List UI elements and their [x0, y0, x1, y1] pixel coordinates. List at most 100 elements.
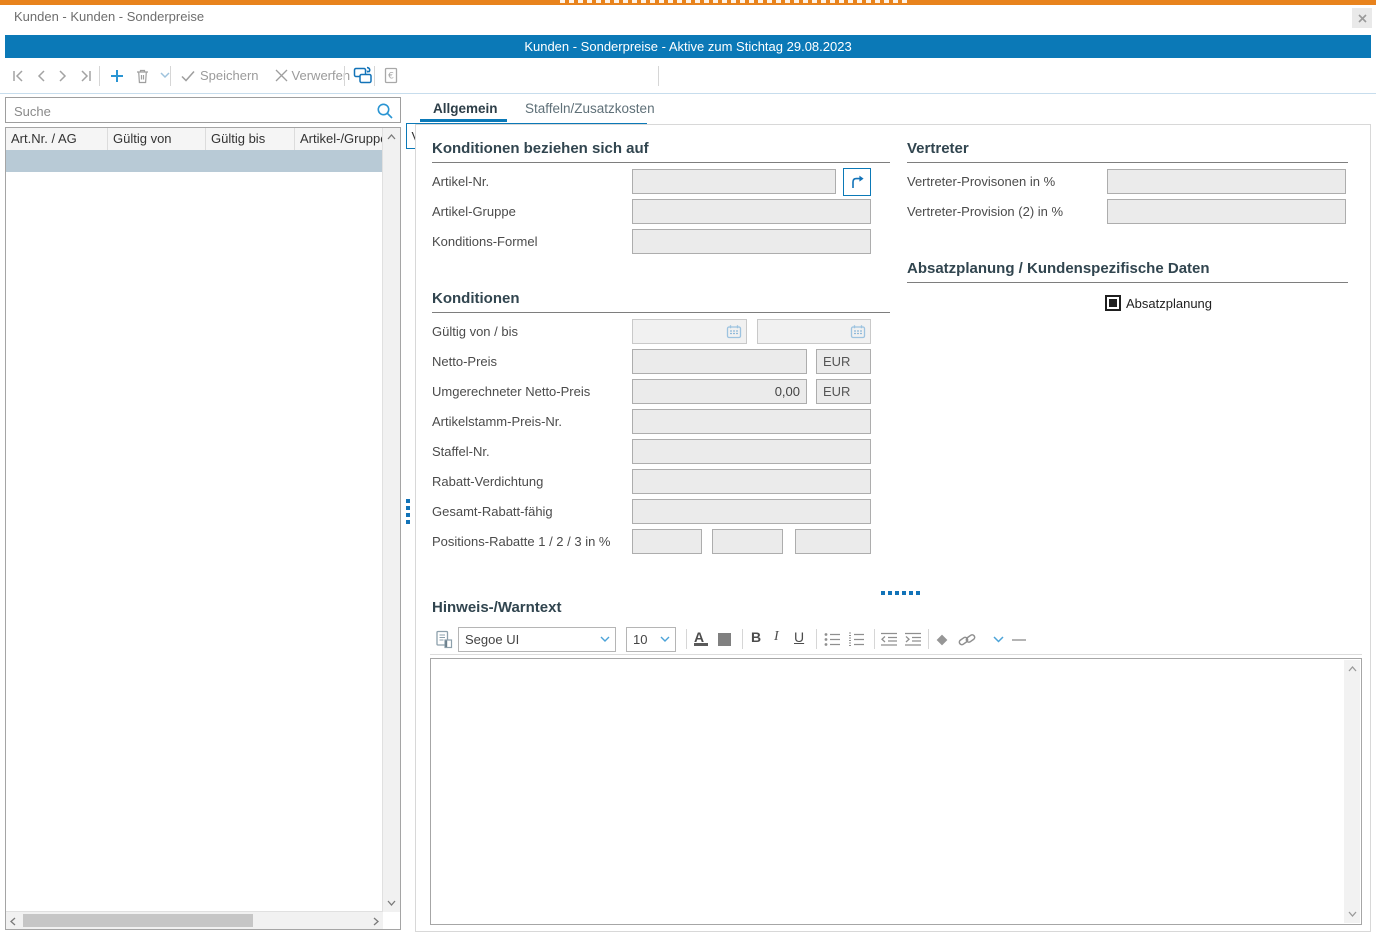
editor-vertical-scrollbar[interactable]: [1344, 660, 1360, 923]
artikel-nr-field[interactable]: [632, 169, 836, 194]
bold-button[interactable]: B: [751, 629, 761, 645]
trash-icon: [135, 68, 150, 84]
artikel-gruppe-label: Artikel-Gruppe: [432, 199, 516, 224]
toolbar-separator: [928, 629, 929, 649]
font-family-value: Segoe UI: [465, 632, 519, 647]
chevron-down-icon: [600, 636, 610, 643]
close-icon: [1358, 14, 1367, 23]
hinweis-warntext-editor[interactable]: [430, 658, 1362, 925]
numbered-list-button[interactable]: [848, 632, 865, 647]
toolbar-separator: [874, 629, 875, 649]
save-button[interactable]: Speichern: [176, 63, 264, 89]
collapse-toolbar-button[interactable]: [1012, 639, 1026, 641]
panel-splitter-handle[interactable]: [406, 499, 410, 527]
toolbar-separator: [170, 66, 171, 86]
delete-record-button[interactable]: [130, 63, 155, 89]
toolbar-separator: [816, 629, 817, 649]
toolbar: Speichern Verwerfen: [0, 59, 1376, 94]
provision1-label: Vertreter-Provisonen in %: [907, 169, 1055, 194]
font-family-select[interactable]: Segoe UI: [458, 627, 616, 652]
section-title-konditionen: Konditionen: [432, 290, 890, 313]
more-options-button[interactable]: [993, 636, 1004, 644]
tab-staffeln-zusatzkosten[interactable]: Staffeln/Zusatzkosten: [525, 101, 655, 116]
grid-vertical-scrollbar[interactable]: [382, 128, 400, 912]
scroll-down-icon[interactable]: [387, 900, 396, 906]
section-splitter-handle[interactable]: [881, 591, 923, 595]
positions-rabatt-3-field[interactable]: [795, 529, 871, 554]
toolbar-separator: [99, 66, 100, 86]
search-input[interactable]: [12, 99, 371, 123]
nav-previous-icon: [35, 69, 47, 83]
konditions-formel-field[interactable]: [632, 229, 871, 254]
section-title-konditionen-bezug: Konditionen beziehen sich auf: [432, 140, 890, 163]
save-label: Speichern: [200, 68, 259, 83]
scroll-right-icon[interactable]: [373, 917, 379, 926]
artikelstamm-preis-nr-field[interactable]: [632, 409, 871, 434]
scroll-up-icon[interactable]: [387, 134, 396, 140]
absatzplanung-checkbox[interactable]: [1105, 295, 1121, 311]
grid-horizontal-scrollbar[interactable]: [6, 911, 383, 929]
calendar-icon: [726, 324, 742, 339]
add-icon: [109, 68, 125, 84]
column-header-artnr[interactable]: Art.Nr. / AG: [6, 128, 108, 150]
font-size-value: 10: [633, 632, 647, 647]
scroll-up-icon[interactable]: [1348, 666, 1357, 672]
gesamt-rabatt-faehig-field[interactable]: [632, 499, 871, 524]
nav-next-button[interactable]: [52, 63, 74, 89]
umgerechneter-netto-preis-label: Umgerechneter Netto-Preis: [432, 379, 590, 404]
netto-preis-field[interactable]: [632, 349, 807, 374]
toolbar-separator: [658, 66, 659, 86]
nav-last-icon: [79, 69, 93, 83]
underline-button[interactable]: U: [794, 629, 804, 645]
gueltig-von-bis-label: Gültig von / bis: [432, 319, 518, 344]
provision2-field[interactable]: [1107, 199, 1346, 224]
provision1-field[interactable]: [1107, 169, 1346, 194]
hyperlink-button[interactable]: [958, 632, 976, 648]
delete-dropdown-button[interactable]: [155, 63, 175, 89]
artikel-jump-button[interactable]: [843, 168, 871, 196]
font-size-select[interactable]: 10: [626, 627, 676, 652]
provision2-label: Vertreter-Provision (2) in %: [907, 199, 1063, 224]
artikel-gruppe-field[interactable]: [632, 199, 871, 224]
symbol-button[interactable]: [935, 633, 949, 647]
nav-next-icon: [57, 69, 69, 83]
artikelstamm-preis-nr-label: Artikelstamm-Preis-Nr.: [432, 409, 562, 434]
text-module-icon[interactable]: [435, 630, 454, 649]
discard-button[interactable]: Verwerfen: [270, 63, 356, 89]
nav-previous-button[interactable]: [30, 63, 52, 89]
indent-button[interactable]: [904, 632, 922, 647]
price-document-button[interactable]: €: [378, 63, 404, 89]
positions-rabatt-1-field[interactable]: [632, 529, 702, 554]
check-icon: [181, 70, 196, 82]
scroll-down-icon[interactable]: [1348, 911, 1357, 917]
discard-label: Verwerfen: [292, 68, 351, 83]
column-header-gueltig-bis[interactable]: Gültig bis: [206, 128, 295, 150]
column-header-artikel-gruppe[interactable]: Artikel-/Gruppe: [295, 128, 383, 150]
table-row[interactable]: [6, 150, 383, 172]
calendar-icon: [850, 324, 866, 339]
tab-allgemein[interactable]: Allgemein: [433, 101, 498, 116]
rabatt-verdichtung-field[interactable]: [632, 469, 871, 494]
close-button[interactable]: [1352, 8, 1372, 28]
outdent-button[interactable]: [880, 632, 898, 647]
search-icon: [376, 102, 394, 120]
bullet-list-button[interactable]: [824, 632, 841, 647]
scrollbar-thumb[interactable]: [23, 914, 253, 927]
highlight-color-button[interactable]: [718, 633, 731, 646]
bold-glyph: B: [751, 629, 761, 645]
nav-first-button[interactable]: [6, 63, 30, 89]
gueltig-von-field[interactable]: [632, 319, 747, 344]
umgerechneter-netto-preis-field[interactable]: [632, 379, 807, 404]
add-record-button[interactable]: [104, 63, 130, 89]
umgerechneter-currency: EUR: [816, 379, 871, 404]
italic-button[interactable]: I: [774, 629, 779, 645]
nav-last-button[interactable]: [74, 63, 98, 89]
column-header-gueltig-von[interactable]: Gültig von: [108, 128, 206, 150]
document-euro-icon: €: [383, 67, 399, 84]
scroll-left-icon[interactable]: [10, 917, 16, 926]
active-tab-underline: [420, 119, 507, 122]
staffel-nr-field[interactable]: [632, 439, 871, 464]
gueltig-bis-field[interactable]: [757, 319, 871, 344]
font-color-button[interactable]: A: [694, 629, 708, 646]
positions-rabatt-2-field[interactable]: [712, 529, 783, 554]
